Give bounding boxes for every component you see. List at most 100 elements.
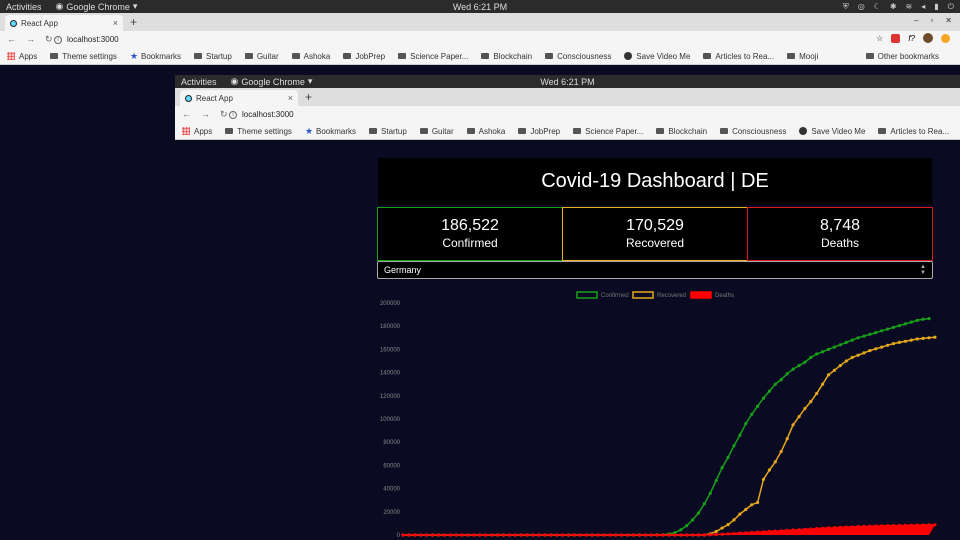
address-bar: i localhost:3000 — [229, 107, 929, 122]
deaths-point — [909, 523, 913, 527]
deaths-point — [862, 524, 866, 528]
address-bar[interactable]: i localhost:3000 — [54, 32, 884, 47]
app-menu[interactable]: ◉ Google Chrome ▾ — [56, 1, 138, 12]
back-icon[interactable]: ← — [7, 34, 16, 45]
deaths-point — [490, 533, 494, 537]
deaths-point — [631, 533, 636, 537]
night-icon: ☾ — [873, 2, 881, 11]
clock[interactable]: Wed 6:21 PM — [0, 2, 960, 12]
legend-swatch — [632, 291, 654, 299]
avatar[interactable] — [923, 33, 933, 43]
forward-icon[interactable]: → — [26, 34, 35, 45]
confirmed-point — [679, 528, 683, 532]
folder-icon — [703, 53, 712, 59]
deaths-point — [927, 523, 931, 527]
recovered-point — [909, 338, 913, 342]
deaths-point — [549, 533, 553, 537]
confirmed-point — [726, 455, 730, 459]
bookmark-item: Theme settings — [225, 127, 292, 136]
formula-extension-icon[interactable]: f? — [908, 34, 915, 43]
globe-icon — [624, 52, 633, 60]
bookmark-item: Blockchain — [656, 127, 707, 136]
close-window-icon[interactable]: ✕ — [945, 16, 952, 25]
tab-react-app[interactable]: React App × — [5, 15, 123, 31]
deaths-point — [649, 533, 653, 537]
star-icon[interactable]: ☆ — [876, 34, 883, 43]
confirmed-point — [691, 518, 695, 522]
recovered-point — [750, 503, 754, 507]
reload-icon[interactable]: ↻ — [45, 34, 53, 45]
activities-button[interactable]: Activities — [6, 2, 42, 12]
new-tab-button[interactable]: + — [130, 15, 137, 29]
confirmed-label: Confirmed — [442, 236, 498, 250]
react-icon — [10, 19, 17, 27]
deaths-point — [537, 533, 541, 537]
bookmark-item: Articles to Rea... — [878, 127, 949, 136]
confirmed-point — [868, 332, 872, 336]
bookmark-item[interactable]: JobPrep — [343, 52, 385, 61]
bookmark-item[interactable]: Articles to Rea... — [703, 52, 774, 61]
bookmark-apps: Apps — [182, 127, 212, 136]
confirmed-point — [750, 412, 754, 416]
recovered-point — [761, 477, 766, 481]
bookmark-item[interactable]: Mooji — [787, 52, 818, 61]
deaths-point — [460, 533, 464, 537]
deaths-point — [436, 533, 441, 537]
bookmark-apps[interactable]: Apps — [7, 52, 37, 61]
deaths-point — [933, 523, 937, 527]
bookmark-label: Consciousness — [732, 126, 787, 136]
recovered-point — [891, 342, 896, 346]
react-icon — [185, 94, 192, 102]
system-tray[interactable]: ⛨ ◎ ☾ ✱ ≋ ◂ ▮ ⏻ — [843, 0, 954, 13]
deaths-point — [779, 529, 783, 533]
maximize-icon[interactable]: ▫ — [930, 16, 933, 25]
bookmark-label: Guitar — [256, 51, 279, 61]
deaths-point — [791, 528, 795, 532]
tab-strip: React App × + – ▫ ✕ — [0, 13, 960, 31]
deaths-point — [744, 531, 748, 535]
minimize-icon[interactable]: – — [914, 16, 918, 25]
bookmark-item[interactable]: Save Video Me — [624, 52, 690, 61]
country-select[interactable]: Germany ▲ ▼ — [377, 261, 933, 279]
bookmark-item[interactable]: Consciousness — [545, 52, 611, 61]
recovered-point — [844, 359, 848, 363]
close-tab-icon[interactable]: × — [113, 18, 118, 28]
update-icon[interactable] — [941, 33, 950, 43]
cases-line-chart: 0 20000 40000 60000 80000 100000 120000 140000 1… — [380, 291, 937, 539]
recovered-point — [874, 347, 878, 351]
confirmed-point — [685, 524, 689, 528]
url-text: localhost:3000 — [67, 35, 119, 44]
deaths-card: 8,748 Deaths — [747, 207, 933, 261]
recovered-point — [779, 449, 783, 454]
shield-icon: ⛨ — [842, 1, 849, 11]
deaths-point — [886, 524, 890, 528]
y-tick-label: 80000 — [383, 440, 400, 446]
bookmark-label: Mooji — [799, 51, 819, 61]
bookmark-label: Articles to Rea... — [890, 126, 950, 136]
bookmark-label: Apps — [19, 51, 38, 61]
deaths-point — [856, 525, 860, 529]
deaths-point — [702, 533, 706, 537]
bookmark-item[interactable]: Science Paper... — [398, 52, 468, 61]
bookmark-item[interactable]: Blockchain — [481, 52, 532, 61]
deaths-point — [844, 525, 848, 529]
bookmark-item: JobPrep — [518, 127, 560, 136]
confirmed-point — [897, 324, 902, 328]
bookmark-item[interactable]: Ashoka — [291, 52, 330, 61]
deaths-point — [620, 533, 624, 537]
bookmark-item[interactable]: ★ Bookmarks — [130, 51, 181, 62]
confirmed-point — [927, 317, 931, 321]
other-bookmarks[interactable]: Other bookmarks — [865, 52, 939, 61]
bookmark-item[interactable]: Theme settings — [50, 52, 117, 61]
bookmark-item: Save Video Me — [799, 127, 865, 136]
bookmark-item[interactable]: Guitar — [244, 51, 279, 61]
folder-icon — [466, 128, 475, 134]
deaths-point — [673, 533, 677, 537]
extension-icon[interactable] — [891, 33, 901, 43]
recovered-point — [915, 337, 919, 341]
confirmed-point — [915, 318, 919, 322]
bookmark-item[interactable]: Startup — [194, 52, 232, 61]
deaths-point — [708, 533, 712, 537]
info-icon[interactable]: i — [54, 35, 62, 44]
recovered-point — [767, 468, 771, 472]
